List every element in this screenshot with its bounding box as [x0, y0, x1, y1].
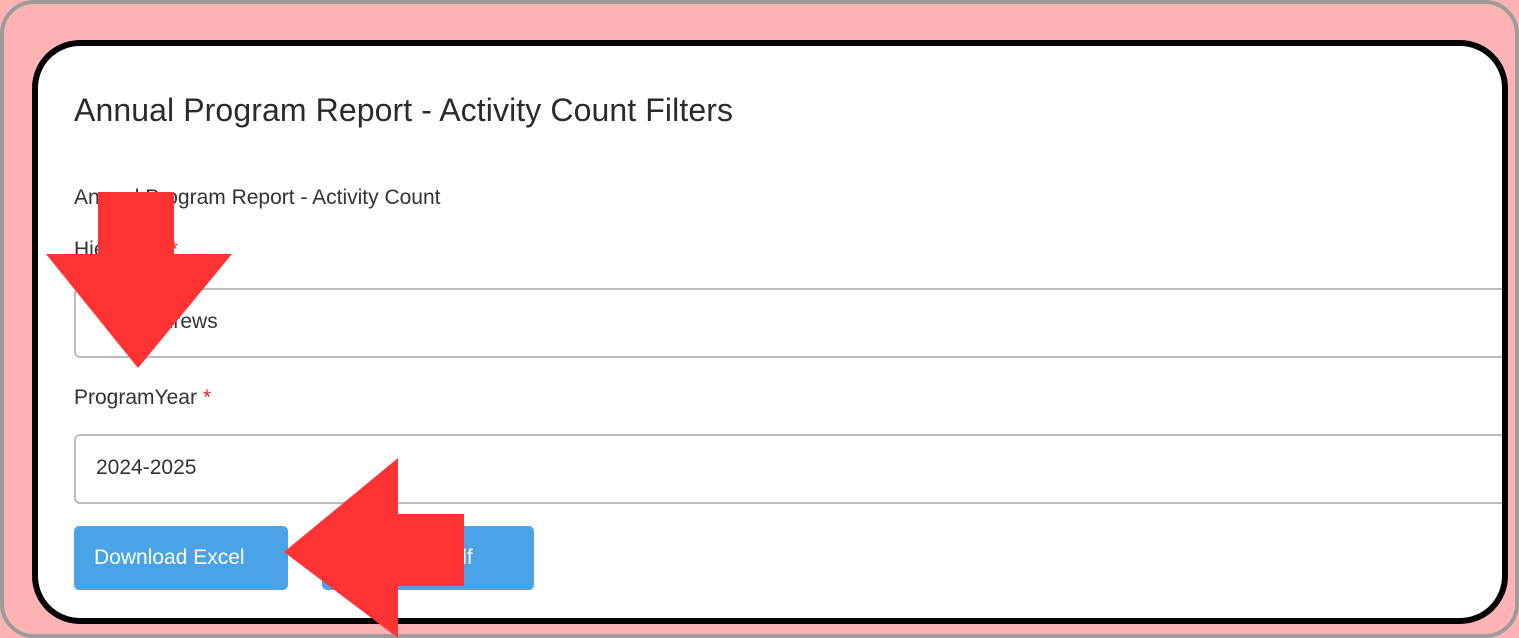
screenshot-frame: Annual Program Report - Activity Count F…: [0, 0, 1519, 638]
program-year-value: 2024-2025: [96, 456, 197, 479]
page-title: Annual Program Report - Activity Count F…: [74, 92, 734, 128]
hierarchy-select[interactable]: Andrews: [74, 288, 1502, 358]
hierarchy-value: Andrews: [136, 310, 218, 333]
required-marker: *: [202, 386, 212, 409]
program-year-label-text: ProgramYear: [74, 386, 197, 409]
program-year-select[interactable]: 2024-2025: [74, 434, 1502, 504]
program-year-label: ProgramYear *: [74, 386, 211, 410]
download-pdf-button[interactable]: Download Pdf: [322, 526, 534, 590]
report-filters-panel: Annual Program Report - Activity Count F…: [32, 40, 1508, 624]
required-marker: *: [169, 238, 179, 261]
report-name-label: Annual Program Report - Activity Count: [74, 186, 441, 209]
download-excel-button[interactable]: Download Excel: [74, 526, 288, 590]
hierarchy-label-text: Hierarchy: [74, 238, 164, 261]
hierarchy-label: Hierarchy *: [74, 238, 178, 262]
